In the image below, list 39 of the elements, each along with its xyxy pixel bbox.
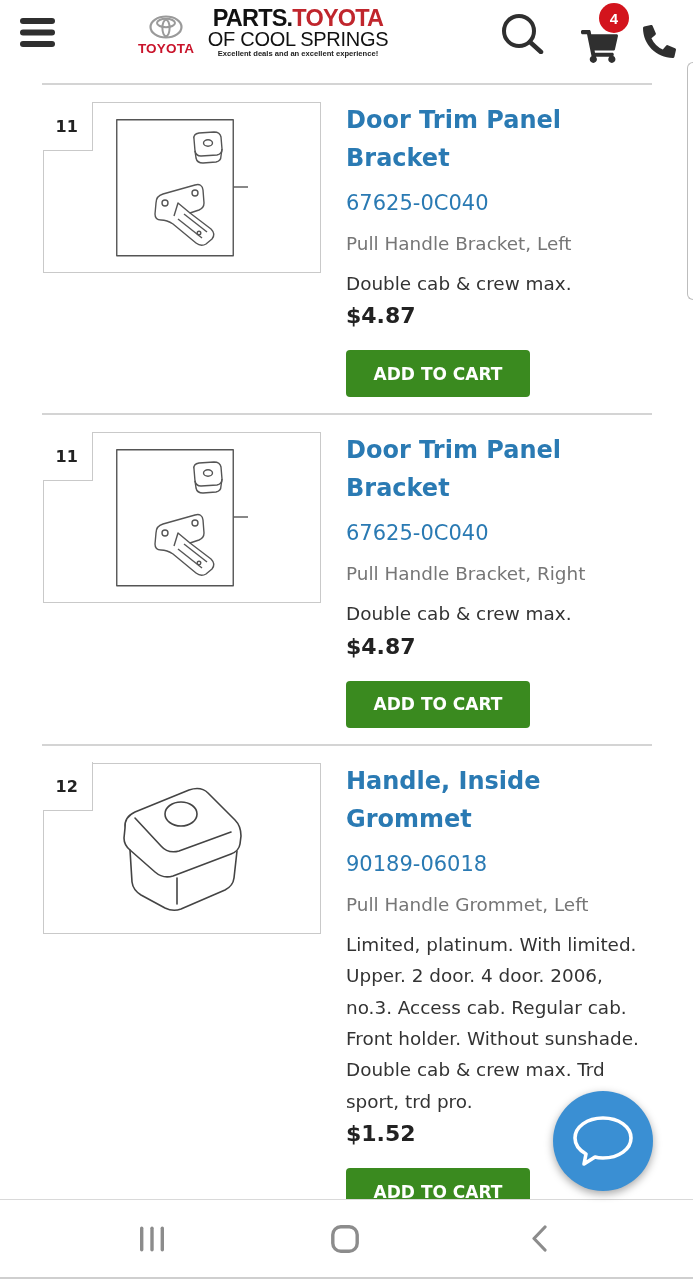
diagram-panel[interactable]: 11 [43, 432, 321, 604]
price: $4.87 [346, 632, 416, 661]
part-number-link[interactable]: 67625-0C040 [346, 518, 489, 549]
callout-number: 11 [42, 431, 93, 481]
fitment-notes: Double cab & crew max. [346, 602, 572, 627]
part-description: Pull Handle Bracket, Right [346, 562, 586, 587]
fitment-notes: Double cab & crew max. [346, 272, 572, 296]
price: $1.52 [346, 1120, 416, 1149]
part-title[interactable]: Door Trim Panel Bracket [346, 431, 652, 508]
back-icon[interactable] [531, 1225, 547, 1252]
edge-panel-handle[interactable] [687, 62, 693, 300]
part-description: Pull Handle Bracket, Left [346, 232, 572, 256]
add-to-cart-button[interactable]: ADD TO CART [346, 1168, 530, 1199]
add-to-cart-button[interactable]: ADD TO CART [346, 350, 530, 398]
emblem-label: TOYOTA [137, 42, 195, 56]
home-icon[interactable] [331, 1224, 359, 1253]
chat-button[interactable] [553, 1091, 653, 1191]
site-title[interactable]: PARTS.TOYOTA [212, 6, 384, 30]
part-title[interactable]: Door Trim Panel Bracket [346, 101, 652, 177]
callout-number: 11 [42, 101, 93, 151]
recent-apps-icon[interactable] [139, 1225, 165, 1252]
part-number-link[interactable]: 67625-0C040 [346, 188, 489, 218]
cart-icon[interactable] [581, 28, 618, 65]
part-description: Pull Handle Grommet, Left [346, 892, 589, 917]
emblem-icon [149, 15, 183, 39]
add-to-cart-button[interactable]: ADD TO CART [346, 680, 530, 728]
site-subtitle: OF COOL SPRINGS [207, 30, 389, 49]
part-number-link[interactable]: 90189-06018 [346, 848, 488, 879]
fitment-notes: Limited, platinum. With limited. Upper. 2 door. 4 door. 2006, no.3. Access cab. Regular cab. Front holder. Without sunshade. Double cab & crew max. Trd sport, trd pro. [346, 932, 640, 1114]
part-title[interactable]: Handle, Inside Grommet [346, 761, 652, 838]
phone-icon[interactable] [643, 25, 676, 58]
menu-icon[interactable] [20, 18, 55, 47]
chat-bubble-icon [572, 1115, 634, 1167]
search-icon[interactable] [501, 14, 544, 54]
diagram-panel[interactable]: 12 [43, 762, 321, 934]
diagram-panel[interactable]: 11 [43, 102, 321, 273]
price: $4.87 [346, 302, 416, 331]
cart-count-badge: 4 [599, 3, 629, 33]
callout-number: 12 [42, 762, 93, 812]
